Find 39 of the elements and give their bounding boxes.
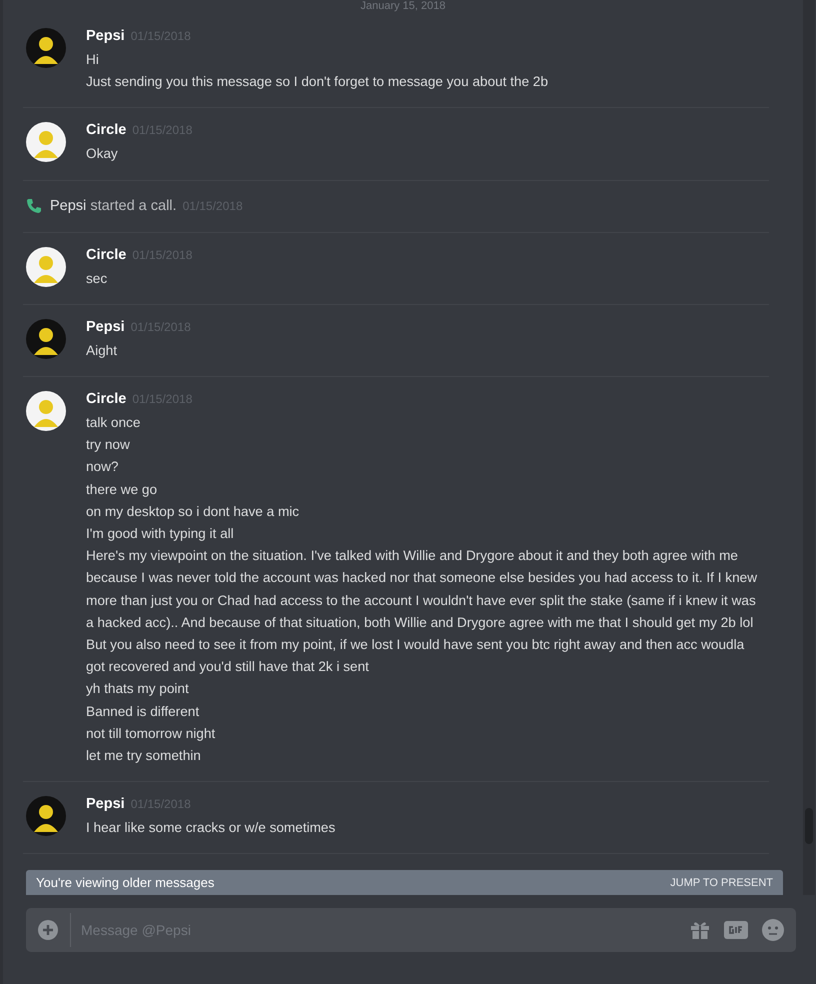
message-text: sec	[86, 270, 108, 288]
author-name[interactable]: Pepsi	[86, 796, 125, 812]
avatar[interactable]	[26, 28, 66, 68]
gif-icon[interactable]	[724, 921, 748, 939]
avatar[interactable]	[26, 318, 66, 359]
add-icon[interactable]	[38, 920, 58, 940]
message-text: now?	[86, 458, 120, 476]
message-text: try now	[86, 436, 131, 454]
jump-to-present-button[interactable]: JUMP TO PRESENT	[670, 876, 773, 888]
message-text: talk once	[86, 414, 142, 432]
message-text: I'm good with typing it all	[86, 525, 235, 544]
message-text: on my desktop so i dont have a mic	[86, 502, 300, 521]
message-text: not till tomorrow night	[86, 724, 216, 743]
message-text: Here's my viewpoint on the situation. I've talked with Willie and Drygore about it and they both agree with me because I was never told the account was hacked nor that someone else besides you had access to it. If I knew more than just you or Chad had access to the account I wouldn't have ever split the stake (same if i knew it was a hacked acc).. And because of that situation, both Willie and Drygore agree with me that I should get my 2b lol	[86, 547, 758, 632]
author-name[interactable]: Circle	[86, 122, 126, 138]
author-name[interactable]: Circle	[86, 246, 126, 263]
avatar[interactable]	[26, 246, 66, 287]
gift-icon[interactable]	[690, 920, 710, 940]
avatar[interactable]	[26, 122, 66, 162]
author-name[interactable]: Pepsi	[86, 28, 125, 44]
author-name[interactable]: Pepsi	[50, 198, 86, 214]
banner-text: You're viewing older messages	[36, 875, 214, 890]
message-text: there we go	[86, 480, 158, 499]
date-divider: January 15, 2018	[359, 0, 446, 12]
call-text: started a call.	[90, 198, 177, 214]
emoji-icon[interactable]	[762, 919, 784, 941]
message-text: Banned is different	[86, 702, 200, 721]
message-text: yh thats my point	[86, 680, 190, 698]
message-text: Aight	[86, 342, 118, 360]
author-name[interactable]: Circle	[86, 391, 126, 408]
avatar[interactable]	[26, 796, 66, 836]
message-text: Just sending you this message so I don't forget to message you about the 2b	[86, 73, 550, 92]
message-text: I hear like some cracks or w/e sometimes	[86, 819, 336, 838]
message-text: let me try somethin	[86, 747, 202, 766]
author-name[interactable]: Pepsi	[86, 318, 125, 335]
message-text: Hi	[86, 51, 100, 69]
phone-icon	[26, 198, 42, 214]
message-text: Okay	[86, 145, 119, 164]
avatar[interactable]	[26, 391, 66, 432]
